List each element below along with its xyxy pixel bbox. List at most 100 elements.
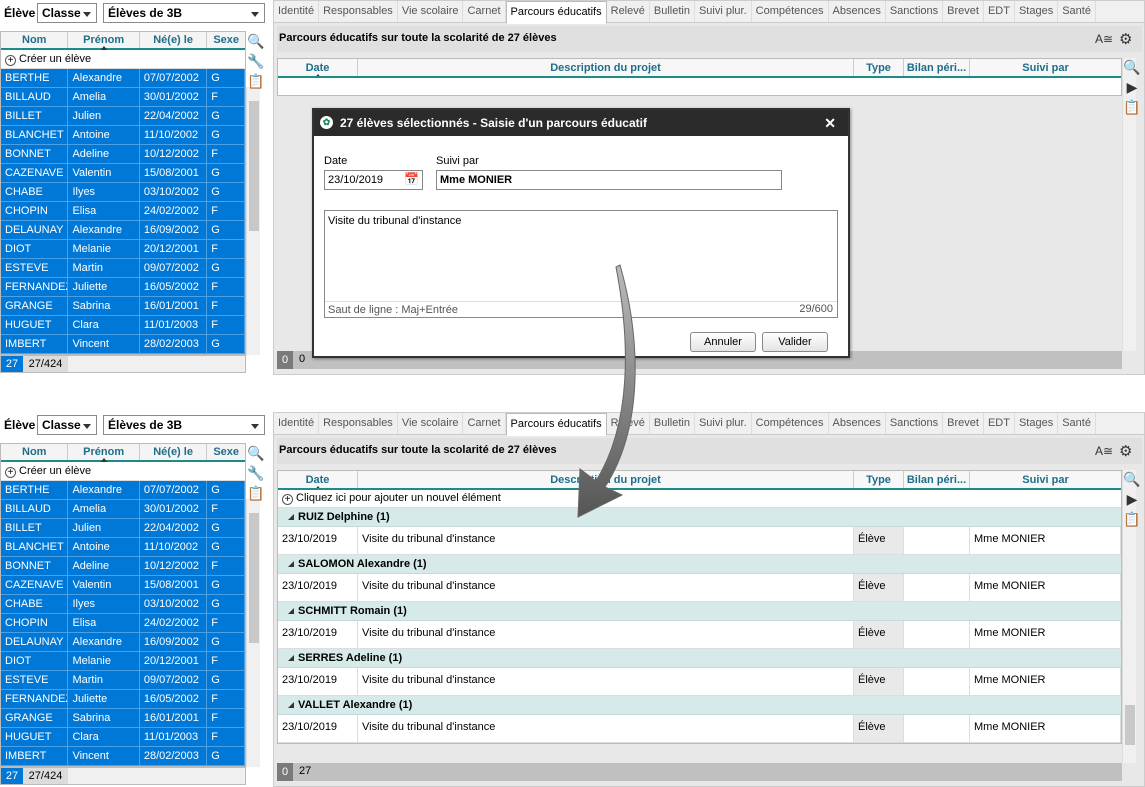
student-row[interactable]: DIOT Melanie 20/12/2001 F <box>1 240 245 259</box>
collapse-icon[interactable] <box>288 561 294 567</box>
col-date[interactable]: Date <box>278 471 358 488</box>
col-bilan[interactable]: Bilan péri... <box>904 471 970 488</box>
student-row[interactable]: BONNET Adeline 10/12/2002 F <box>1 557 245 576</box>
tab-identite[interactable]: Identité <box>274 1 320 22</box>
date-field[interactable]: 23/10/2019 📅 <box>324 170 423 190</box>
student-group-row[interactable]: RUIZ Delphine (1) <box>278 508 1121 527</box>
collapse-icon[interactable] <box>288 608 294 614</box>
col-sexe[interactable]: Sexe <box>207 32 245 48</box>
tab-edt[interactable]: EDT <box>984 413 1015 434</box>
followed-field[interactable]: Mme MONIER <box>436 170 782 190</box>
student-row[interactable]: CHABE Ilyes 03/10/2002 G <box>1 595 245 614</box>
class-select[interactable]: Classe <box>37 3 97 23</box>
col-followed[interactable]: Suivi par <box>970 59 1121 76</box>
close-icon[interactable]: ✕ <box>824 110 836 136</box>
student-row[interactable]: CHOPIN Elisa 24/02/2002 F <box>1 614 245 633</box>
collapse-icon[interactable] <box>288 514 294 520</box>
add-element-button[interactable]: + Cliquez ici pour ajouter un nouvel élém… <box>278 490 1121 508</box>
col-nom[interactable]: Nom <box>1 444 69 460</box>
student-row[interactable]: BERTHE Alexandre 07/07/2002 G <box>1 481 245 500</box>
tab-stages[interactable]: Stages <box>1015 1 1059 22</box>
student-row[interactable]: IMBERT Vincent 28/02/2003 G <box>1 335 245 354</box>
create-student-button[interactable]: + Créer un élève <box>1 462 245 481</box>
col-birthdate[interactable]: Né(e) le <box>140 444 208 460</box>
wrench-icon[interactable]: 🔧 <box>247 52 265 70</box>
spellcheck-icon[interactable]: A≅ <box>1095 444 1113 458</box>
description-textarea[interactable]: Visite du tribunal d'instance Saut de li… <box>324 210 838 318</box>
scroll-thumb[interactable] <box>249 513 259 643</box>
student-row[interactable]: BERTHE Alexandre 07/07/2002 G <box>1 69 245 88</box>
tab-absences[interactable]: Absences <box>829 413 886 434</box>
tab-parcours-educatifs[interactable]: Parcours éducatifs <box>505 413 607 436</box>
project-row[interactable]: 23/10/2019 Visite du tribunal d'instance É… <box>278 574 1121 602</box>
collapse-icon[interactable] <box>288 702 294 708</box>
copy-icon[interactable]: 📋 <box>1123 98 1141 116</box>
collapse-icon[interactable] <box>288 655 294 661</box>
student-row[interactable]: DELAUNAY Alexandre 16/09/2002 G <box>1 633 245 652</box>
student-row[interactable]: FERNANDEZ Juliette 16/05/2002 F <box>1 690 245 709</box>
student-row[interactable]: BILLAUD Amelia 30/01/2002 F <box>1 500 245 519</box>
student-group-row[interactable]: SALOMON Alexandre (1) <box>278 555 1121 574</box>
group-select[interactable]: Élèves de 3B <box>103 415 265 435</box>
tab-sanctions[interactable]: Sanctions <box>886 1 944 22</box>
tab-carnet[interactable]: Carnet <box>463 1 506 22</box>
validate-button[interactable]: Valider <box>762 332 828 352</box>
tab-releve[interactable]: Relevé <box>607 413 650 434</box>
student-row[interactable]: BONNET Adeline 10/12/2002 F <box>1 145 245 164</box>
tab-identite[interactable]: Identité <box>274 413 320 434</box>
student-row[interactable]: DIOT Melanie 20/12/2001 F <box>1 652 245 671</box>
tab-absences[interactable]: Absences <box>829 1 886 22</box>
tab-suivi-plur[interactable]: Suivi plur. <box>695 1 752 22</box>
student-group-row[interactable]: VALLET Alexandre (1) <box>278 696 1121 715</box>
tab-releve[interactable]: Relevé <box>607 1 650 22</box>
tab-bulletin[interactable]: Bulletin <box>650 413 695 434</box>
tab-parcours-educatifs[interactable]: Parcours éducatifs <box>505 1 607 24</box>
cancel-button[interactable]: Annuler <box>690 332 756 352</box>
col-followed[interactable]: Suivi par <box>970 471 1121 488</box>
tab-competences[interactable]: Compétences <box>752 413 829 434</box>
project-row[interactable]: 23/10/2019 Visite du tribunal d'instance É… <box>278 715 1121 743</box>
col-date[interactable]: Date <box>278 59 358 76</box>
student-row[interactable]: BILLAUD Amelia 30/01/2002 F <box>1 88 245 107</box>
search-icon[interactable]: 🔍 <box>247 444 265 462</box>
search-icon[interactable]: 🔍 <box>1123 470 1141 488</box>
tab-vie-scolaire[interactable]: Vie scolaire <box>398 1 464 22</box>
project-row[interactable]: 23/10/2019 Visite du tribunal d'instance É… <box>278 621 1121 649</box>
tab-stages[interactable]: Stages <box>1015 413 1059 434</box>
horizontal-scrollbar[interactable] <box>68 356 245 372</box>
student-row[interactable]: CAZENAVE Valentin 15/08/2001 G <box>1 164 245 183</box>
group-select[interactable]: Élèves de 3B <box>103 3 265 23</box>
student-row[interactable]: BILLET Julien 22/04/2002 G <box>1 519 245 538</box>
tab-suivi-plur[interactable]: Suivi plur. <box>695 413 752 434</box>
play-icon[interactable]: ▶ <box>1123 490 1141 508</box>
student-row[interactable]: ESTEVE Martin 09/07/2002 G <box>1 259 245 278</box>
col-prenom[interactable]: Prénom <box>68 444 140 463</box>
col-type[interactable]: Type <box>854 59 904 76</box>
student-row[interactable]: IMBERT Vincent 28/02/2003 G <box>1 747 245 766</box>
copy-icon[interactable]: 📋 <box>247 484 265 502</box>
student-row[interactable]: HUGUET Clara 11/01/2003 F <box>1 728 245 747</box>
tab-responsables[interactable]: Responsables <box>319 413 398 434</box>
tab-sanctions[interactable]: Sanctions <box>886 413 944 434</box>
calendar-icon[interactable]: 📅 <box>404 172 419 186</box>
student-row[interactable]: BILLET Julien 22/04/2002 G <box>1 107 245 126</box>
student-group-row[interactable]: SERRES Adeline (1) <box>278 649 1121 668</box>
wrench-icon[interactable]: 🔧 <box>247 464 265 482</box>
scroll-thumb[interactable] <box>249 101 259 231</box>
col-description[interactable]: Description du projet <box>358 59 854 76</box>
col-type[interactable]: Type <box>854 471 904 488</box>
project-row[interactable]: 23/10/2019 Visite du tribunal d'instance É… <box>278 668 1121 696</box>
col-birthdate[interactable]: Né(e) le <box>140 32 208 48</box>
student-row[interactable]: BLANCHET Antoine 11/10/2002 G <box>1 538 245 557</box>
create-student-button[interactable]: + Créer un élève <box>1 50 245 69</box>
student-row[interactable]: CHABE Ilyes 03/10/2002 G <box>1 183 245 202</box>
search-icon[interactable]: 🔍 <box>247 32 265 50</box>
student-row[interactable]: GRANGE Sabrina 16/01/2001 F <box>1 709 245 728</box>
col-prenom[interactable]: Prénom <box>68 32 140 51</box>
student-row[interactable]: FERNANDEZ Juliette 16/05/2002 F <box>1 278 245 297</box>
student-scrollbar[interactable] <box>246 499 260 767</box>
col-sexe[interactable]: Sexe <box>207 444 245 460</box>
tab-brevet[interactable]: Brevet <box>943 1 984 22</box>
student-row[interactable]: BLANCHET Antoine 11/10/2002 G <box>1 126 245 145</box>
tab-edt[interactable]: EDT <box>984 1 1015 22</box>
